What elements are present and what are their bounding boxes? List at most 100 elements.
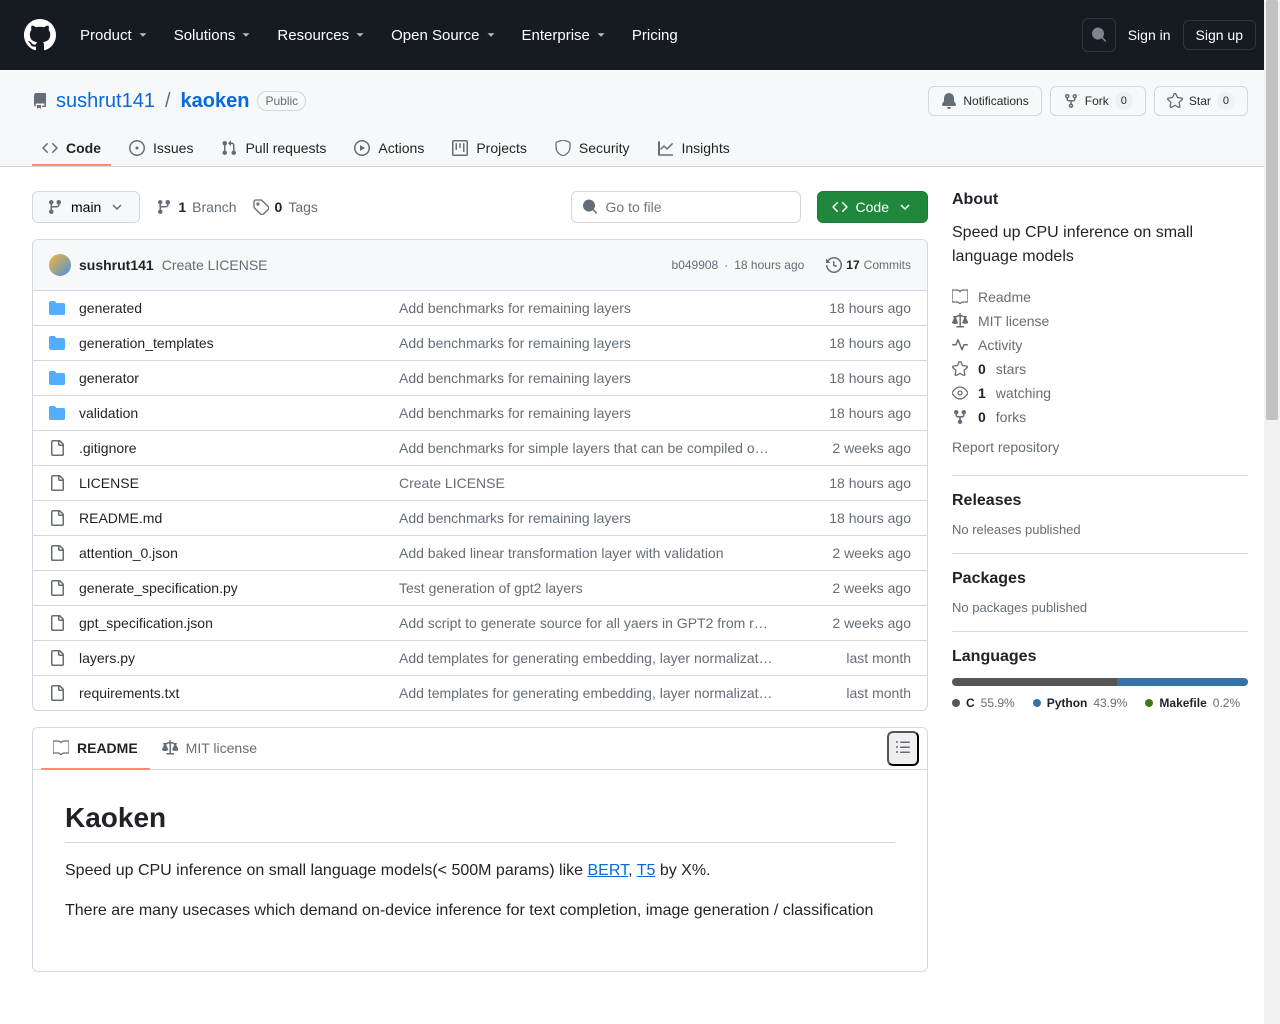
fork-count: 0 <box>1115 92 1133 110</box>
releases-none: No releases published <box>952 522 1248 537</box>
commit-sha[interactable]: b049908 <box>672 258 719 272</box>
file-name[interactable]: .gitignore <box>79 440 399 456</box>
search-button[interactable] <box>1082 18 1116 52</box>
tab-security[interactable]: Security <box>545 132 640 166</box>
file-name[interactable]: generation_templates <box>79 335 399 351</box>
goto-file-box[interactable] <box>571 191 801 223</box>
toolbar: main 1 Branch 0 Tags Code <box>32 191 928 223</box>
file-age: last month <box>791 685 911 701</box>
file-listing: sushrut141 Create LICENSE b049908 · 18 h… <box>32 239 928 711</box>
chevron-down-icon <box>897 199 913 215</box>
github-logo-icon[interactable] <box>24 19 56 51</box>
graph-icon <box>657 140 673 156</box>
file-name[interactable]: validation <box>79 405 399 421</box>
file-commit-msg[interactable]: Create LICENSE <box>399 475 791 491</box>
tab-projects[interactable]: Projects <box>442 132 537 166</box>
star-button[interactable]: Star 0 <box>1154 86 1248 116</box>
about-desc: Speed up CPU inference on small language… <box>952 221 1248 269</box>
notifications-button[interactable]: Notifications <box>928 86 1041 116</box>
nav-enterprise[interactable]: Enterprise <box>514 21 616 50</box>
file-commit-msg[interactable]: Add templates for generating embedding, … <box>399 650 791 666</box>
file-commit-msg[interactable]: Add benchmarks for remaining layers <box>399 405 791 421</box>
nav-opensource[interactable]: Open Source <box>383 21 505 50</box>
nav-pricing[interactable]: Pricing <box>624 21 686 50</box>
readme-tab[interactable]: README <box>41 728 150 770</box>
file-name[interactable]: requirements.txt <box>79 685 399 701</box>
file-age: last month <box>791 650 911 666</box>
file-name[interactable]: attention_0.json <box>79 545 399 561</box>
license-tab[interactable]: MIT license <box>150 728 269 770</box>
activity-link[interactable]: Activity <box>952 333 1248 357</box>
stars-link[interactable]: 0 stars <box>952 357 1248 381</box>
sign-in-link[interactable]: Sign in <box>1128 27 1171 43</box>
goto-file-input[interactable] <box>606 199 790 215</box>
link-bert[interactable]: BERT <box>588 862 629 879</box>
tab-pullrequests[interactable]: Pull requests <box>211 132 336 166</box>
commit-author[interactable]: sushrut141 <box>79 257 154 273</box>
file-commit-msg[interactable]: Add templates for generating embedding, … <box>399 685 791 701</box>
law-icon <box>952 313 968 329</box>
tab-code[interactable]: Code <box>32 132 111 166</box>
tab-actions[interactable]: Actions <box>344 132 434 166</box>
language-item[interactable]: Python 43.9% <box>1033 696 1128 710</box>
repo-name-link[interactable]: kaoken <box>181 90 250 113</box>
code-icon <box>42 140 58 156</box>
file-name[interactable]: layers.py <box>79 650 399 666</box>
language-item[interactable]: C 55.9% <box>952 696 1015 710</box>
file-commit-msg[interactable]: Add baked linear transformation layer wi… <box>399 545 791 561</box>
forks-link[interactable]: 0 forks <box>952 405 1248 429</box>
toc-button[interactable] <box>887 731 919 766</box>
file-row: generation_templatesAdd benchmarks for r… <box>33 326 927 361</box>
file-name[interactable]: generate_specification.py <box>79 580 399 596</box>
code-button[interactable]: Code <box>817 191 928 223</box>
watching-link[interactable]: 1 watching <box>952 381 1248 405</box>
file-commit-msg[interactable]: Add benchmarks for remaining layers <box>399 300 791 316</box>
nav-product[interactable]: Product <box>72 21 158 50</box>
sign-up-link[interactable]: Sign up <box>1183 20 1256 50</box>
languages-heading: Languages <box>952 648 1248 666</box>
list-icon <box>895 739 911 755</box>
scrollbar[interactable] <box>1264 0 1280 1024</box>
file-name[interactable]: gpt_specification.json <box>79 615 399 631</box>
branches-link[interactable]: 1 Branch <box>156 199 236 215</box>
file-commit-msg[interactable]: Add benchmarks for remaining layers <box>399 370 791 386</box>
releases-heading[interactable]: Releases <box>952 492 1248 510</box>
language-item[interactable]: Makefile 0.2% <box>1145 696 1240 710</box>
file-commit-msg[interactable]: Add benchmarks for remaining layers <box>399 510 791 526</box>
readme-link[interactable]: Readme <box>952 285 1248 309</box>
file-commit-msg[interactable]: Add benchmarks for remaining layers <box>399 335 791 351</box>
license-link[interactable]: MIT license <box>952 309 1248 333</box>
file-age: 18 hours ago <box>791 300 911 316</box>
repo-owner-link[interactable]: sushrut141 <box>56 90 155 113</box>
scrollbar-thumb[interactable] <box>1266 0 1278 420</box>
tab-issues[interactable]: Issues <box>119 132 203 166</box>
commit-message[interactable]: Create LICENSE <box>162 257 268 273</box>
visibility-badge: Public <box>257 91 306 111</box>
report-link[interactable]: Report repository <box>952 435 1248 459</box>
author-avatar[interactable] <box>49 254 71 276</box>
link-t5[interactable]: T5 <box>637 862 656 879</box>
file-commit-msg[interactable]: Add script to generate source for all ya… <box>399 615 791 631</box>
file-commit-msg[interactable]: Add benchmarks for simple layers that ca… <box>399 440 791 456</box>
fork-icon <box>952 409 968 425</box>
file-name[interactable]: LICENSE <box>79 475 399 491</box>
nav-solutions[interactable]: Solutions <box>166 21 262 50</box>
file-row: gpt_specification.jsonAdd script to gene… <box>33 606 927 641</box>
law-icon <box>162 740 178 756</box>
file-commit-msg[interactable]: Test generation of gpt2 layers <box>399 580 791 596</box>
packages-heading[interactable]: Packages <box>952 570 1248 588</box>
fork-button[interactable]: Fork 0 <box>1050 86 1146 116</box>
language-segment <box>952 678 1117 686</box>
branch-select[interactable]: main <box>32 191 140 223</box>
pr-icon <box>221 140 237 156</box>
file-name[interactable]: generated <box>79 300 399 316</box>
tags-link[interactable]: 0 Tags <box>253 199 318 215</box>
commits-link[interactable]: 17 Commits <box>826 257 911 273</box>
file-name[interactable]: README.md <box>79 510 399 526</box>
packages-none: No packages published <box>952 600 1248 615</box>
nav-resources[interactable]: Resources <box>269 21 375 50</box>
tab-insights[interactable]: Insights <box>647 132 739 166</box>
file-name[interactable]: generator <box>79 370 399 386</box>
file-age: 18 hours ago <box>791 335 911 351</box>
bell-icon <box>941 93 957 109</box>
